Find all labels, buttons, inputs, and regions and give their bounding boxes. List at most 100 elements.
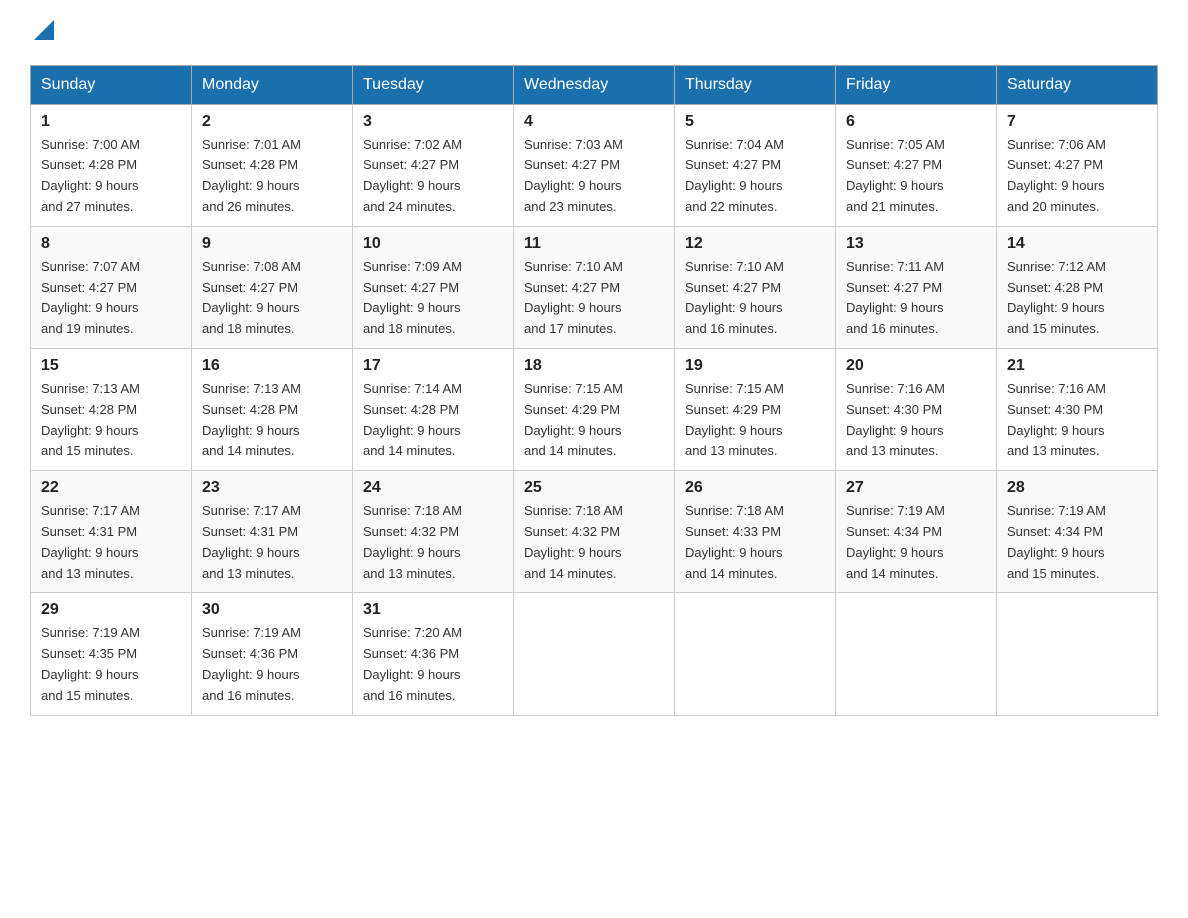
- day-number: 7: [1007, 113, 1147, 131]
- day-info: Sunrise: 7:09 AMSunset: 4:27 PMDaylight:…: [363, 257, 503, 340]
- day-info: Sunrise: 7:18 AMSunset: 4:32 PMDaylight:…: [524, 501, 664, 584]
- day-number: 9: [202, 235, 342, 253]
- day-header-thursday: Thursday: [675, 65, 836, 104]
- calendar-cell: 6Sunrise: 7:05 AMSunset: 4:27 PMDaylight…: [836, 104, 997, 226]
- day-info: Sunrise: 7:07 AMSunset: 4:27 PMDaylight:…: [41, 257, 181, 340]
- day-info: Sunrise: 7:16 AMSunset: 4:30 PMDaylight:…: [846, 379, 986, 462]
- calendar-cell: 2Sunrise: 7:01 AMSunset: 4:28 PMDaylight…: [192, 104, 353, 226]
- day-info: Sunrise: 7:13 AMSunset: 4:28 PMDaylight:…: [202, 379, 342, 462]
- calendar-cell: 8 Sunrise: 7:07 AMSunset: 4:27 PMDaylight…: [31, 226, 192, 348]
- page-header: [30, 20, 1158, 45]
- calendar-week-row: 1Sunrise: 7:00 AMSunset: 4:28 PMDaylight…: [31, 104, 1158, 226]
- calendar-cell: 3Sunrise: 7:02 AMSunset: 4:27 PMDaylight…: [353, 104, 514, 226]
- calendar-cell: 1Sunrise: 7:00 AMSunset: 4:28 PMDaylight…: [31, 104, 192, 226]
- day-info: Sunrise: 7:01 AMSunset: 4:28 PMDaylight:…: [202, 135, 342, 218]
- day-number: 1: [41, 113, 181, 131]
- calendar-cell: 27 Sunrise: 7:19 AMSunset: 4:34 PMDayligh…: [836, 471, 997, 593]
- day-info: Sunrise: 7:12 AMSunset: 4:28 PMDaylight:…: [1007, 257, 1147, 340]
- day-number: 13: [846, 235, 986, 253]
- calendar-week-row: 15 Sunrise: 7:13 AMSunset: 4:28 PMDayligh…: [31, 348, 1158, 470]
- calendar-cell: 14 Sunrise: 7:12 AMSunset: 4:28 PMDayligh…: [997, 226, 1158, 348]
- day-number: 18: [524, 357, 664, 375]
- calendar-week-row: 8 Sunrise: 7:07 AMSunset: 4:27 PMDaylight…: [31, 226, 1158, 348]
- calendar-cell: 25 Sunrise: 7:18 AMSunset: 4:32 PMDayligh…: [514, 471, 675, 593]
- logo-triangle-icon: [34, 20, 54, 40]
- calendar-cell: 19 Sunrise: 7:15 AMSunset: 4:29 PMDayligh…: [675, 348, 836, 470]
- calendar-cell: [675, 593, 836, 715]
- calendar-cell: 18 Sunrise: 7:15 AMSunset: 4:29 PMDayligh…: [514, 348, 675, 470]
- calendar-cell: 12Sunrise: 7:10 AMSunset: 4:27 PMDayligh…: [675, 226, 836, 348]
- day-info: Sunrise: 7:06 AMSunset: 4:27 PMDaylight:…: [1007, 135, 1147, 218]
- day-header-saturday: Saturday: [997, 65, 1158, 104]
- calendar-header-row: SundayMondayTuesdayWednesdayThursdayFrid…: [31, 65, 1158, 104]
- day-number: 16: [202, 357, 342, 375]
- calendar-cell: 23 Sunrise: 7:17 AMSunset: 4:31 PMDayligh…: [192, 471, 353, 593]
- day-number: 30: [202, 601, 342, 619]
- calendar-cell: 20 Sunrise: 7:16 AMSunset: 4:30 PMDayligh…: [836, 348, 997, 470]
- calendar-cell: 21 Sunrise: 7:16 AMSunset: 4:30 PMDayligh…: [997, 348, 1158, 470]
- day-number: 31: [363, 601, 503, 619]
- day-info: Sunrise: 7:10 AMSunset: 4:27 PMDaylight:…: [524, 257, 664, 340]
- calendar-week-row: 22 Sunrise: 7:17 AMSunset: 4:31 PMDayligh…: [31, 471, 1158, 593]
- day-info: Sunrise: 7:10 AMSunset: 4:27 PMDaylight:…: [685, 257, 825, 340]
- day-number: 10: [363, 235, 503, 253]
- day-info: Sunrise: 7:19 AMSunset: 4:35 PMDaylight:…: [41, 623, 181, 706]
- calendar-cell: 26 Sunrise: 7:18 AMSunset: 4:33 PMDayligh…: [675, 471, 836, 593]
- calendar-cell: 13 Sunrise: 7:11 AMSunset: 4:27 PMDayligh…: [836, 226, 997, 348]
- day-number: 19: [685, 357, 825, 375]
- day-info: Sunrise: 7:13 AMSunset: 4:28 PMDaylight:…: [41, 379, 181, 462]
- day-info: Sunrise: 7:19 AMSunset: 4:34 PMDaylight:…: [1007, 501, 1147, 584]
- day-info: Sunrise: 7:03 AMSunset: 4:27 PMDaylight:…: [524, 135, 664, 218]
- day-info: Sunrise: 7:17 AMSunset: 4:31 PMDaylight:…: [202, 501, 342, 584]
- calendar-cell: [514, 593, 675, 715]
- day-number: 4: [524, 113, 664, 131]
- day-info: Sunrise: 7:08 AMSunset: 4:27 PMDaylight:…: [202, 257, 342, 340]
- calendar-cell: 29 Sunrise: 7:19 AMSunset: 4:35 PMDayligh…: [31, 593, 192, 715]
- day-number: 15: [41, 357, 181, 375]
- day-info: Sunrise: 7:20 AMSunset: 4:36 PMDaylight:…: [363, 623, 503, 706]
- day-info: Sunrise: 7:19 AMSunset: 4:34 PMDaylight:…: [846, 501, 986, 584]
- day-number: 25: [524, 479, 664, 497]
- calendar-cell: 28 Sunrise: 7:19 AMSunset: 4:34 PMDayligh…: [997, 471, 1158, 593]
- calendar-cell: 9 Sunrise: 7:08 AMSunset: 4:27 PMDaylight…: [192, 226, 353, 348]
- day-header-sunday: Sunday: [31, 65, 192, 104]
- day-number: 14: [1007, 235, 1147, 253]
- calendar-cell: 16 Sunrise: 7:13 AMSunset: 4:28 PMDayligh…: [192, 348, 353, 470]
- calendar-cell: 17 Sunrise: 7:14 AMSunset: 4:28 PMDayligh…: [353, 348, 514, 470]
- day-number: 21: [1007, 357, 1147, 375]
- day-info: Sunrise: 7:11 AMSunset: 4:27 PMDaylight:…: [846, 257, 986, 340]
- day-header-friday: Friday: [836, 65, 997, 104]
- day-info: Sunrise: 7:18 AMSunset: 4:33 PMDaylight:…: [685, 501, 825, 584]
- calendar-cell: 5 Sunrise: 7:04 AMSunset: 4:27 PMDaylight…: [675, 104, 836, 226]
- calendar-cell: 15 Sunrise: 7:13 AMSunset: 4:28 PMDayligh…: [31, 348, 192, 470]
- calendar-table: SundayMondayTuesdayWednesdayThursdayFrid…: [30, 65, 1158, 716]
- day-info: Sunrise: 7:16 AMSunset: 4:30 PMDaylight:…: [1007, 379, 1147, 462]
- day-number: 29: [41, 601, 181, 619]
- day-number: 22: [41, 479, 181, 497]
- day-info: Sunrise: 7:14 AMSunset: 4:28 PMDaylight:…: [363, 379, 503, 462]
- day-info: Sunrise: 7:15 AMSunset: 4:29 PMDaylight:…: [685, 379, 825, 462]
- calendar-week-row: 29 Sunrise: 7:19 AMSunset: 4:35 PMDayligh…: [31, 593, 1158, 715]
- calendar-cell: 10 Sunrise: 7:09 AMSunset: 4:27 PMDayligh…: [353, 226, 514, 348]
- day-info: Sunrise: 7:19 AMSunset: 4:36 PMDaylight:…: [202, 623, 342, 706]
- day-header-tuesday: Tuesday: [353, 65, 514, 104]
- day-info: Sunrise: 7:18 AMSunset: 4:32 PMDaylight:…: [363, 501, 503, 584]
- day-number: 24: [363, 479, 503, 497]
- day-number: 27: [846, 479, 986, 497]
- day-info: Sunrise: 7:15 AMSunset: 4:29 PMDaylight:…: [524, 379, 664, 462]
- day-number: 23: [202, 479, 342, 497]
- day-number: 11: [524, 235, 664, 253]
- day-info: Sunrise: 7:04 AMSunset: 4:27 PMDaylight:…: [685, 135, 825, 218]
- calendar-cell: 11 Sunrise: 7:10 AMSunset: 4:27 PMDayligh…: [514, 226, 675, 348]
- day-number: 20: [846, 357, 986, 375]
- day-number: 17: [363, 357, 503, 375]
- day-number: 8: [41, 235, 181, 253]
- day-number: 26: [685, 479, 825, 497]
- day-info: Sunrise: 7:17 AMSunset: 4:31 PMDaylight:…: [41, 501, 181, 584]
- calendar-cell: 4 Sunrise: 7:03 AMSunset: 4:27 PMDaylight…: [514, 104, 675, 226]
- day-info: Sunrise: 7:02 AMSunset: 4:27 PMDaylight:…: [363, 135, 503, 218]
- day-number: 5: [685, 113, 825, 131]
- calendar-cell: 7 Sunrise: 7:06 AMSunset: 4:27 PMDaylight…: [997, 104, 1158, 226]
- calendar-cell: 24 Sunrise: 7:18 AMSunset: 4:32 PMDayligh…: [353, 471, 514, 593]
- day-number: 28: [1007, 479, 1147, 497]
